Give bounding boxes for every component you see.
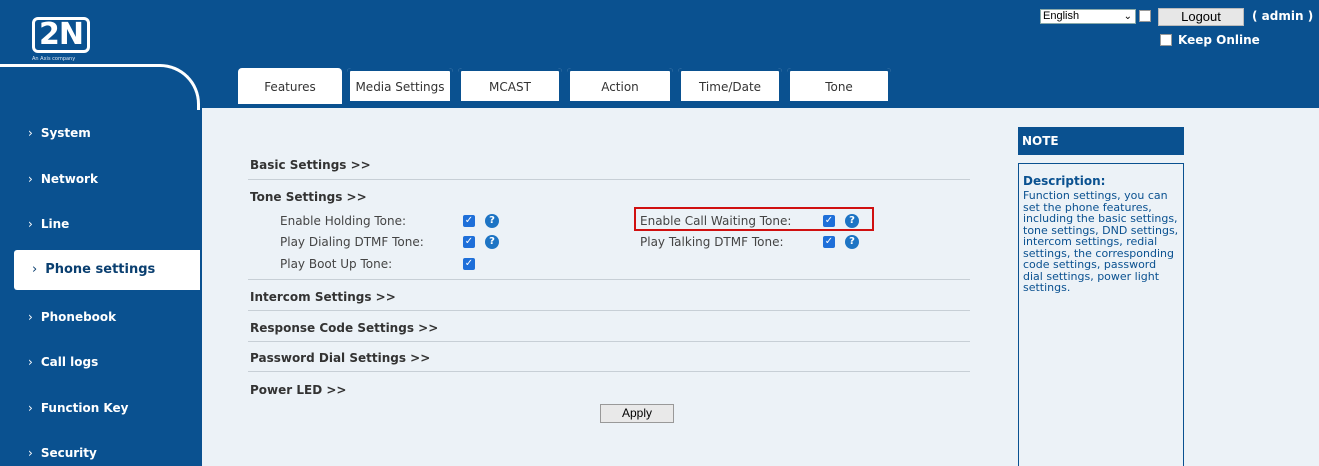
holding-tone-checkbox[interactable]: ✓ — [463, 215, 475, 227]
user-label: ( admin ) — [1252, 9, 1314, 23]
language-checkbox[interactable] — [1139, 10, 1151, 22]
chevron-right-icon: › — [32, 262, 38, 277]
sidebar-item-function-key[interactable]: › Function Key — [0, 388, 200, 428]
logo-mark: 2N — [32, 17, 90, 53]
note-title: Description: — [1023, 174, 1106, 188]
apply-button[interactable]: Apply — [600, 404, 674, 423]
note-text: Function settings, you can set the phone… — [1023, 189, 1179, 294]
language-value: English — [1043, 10, 1080, 22]
divider — [248, 279, 970, 280]
chevron-down-icon: ⌄ — [1123, 11, 1132, 22]
sidebar-item-label: Phonebook — [40, 310, 117, 324]
help-icon[interactable]: ? — [485, 235, 499, 249]
chevron-right-icon: › — [28, 172, 33, 186]
sidebar-item-label: Security — [40, 446, 97, 460]
logo: 2N An Axis company — [32, 17, 108, 62]
sidebar-item-label: Line — [40, 217, 70, 231]
sidebar-item-network[interactable]: › Network — [0, 159, 200, 199]
logout-button[interactable]: Logout — [1158, 8, 1244, 26]
chevron-right-icon: › — [28, 126, 33, 140]
tab-time-date[interactable]: Time/Date — [677, 67, 783, 104]
chevron-right-icon: › — [28, 310, 33, 324]
dialing-dtmf-label: Play Dialing DTMF Tone: — [280, 235, 424, 249]
sidebar-item-label: Call logs — [40, 355, 99, 369]
divider — [248, 371, 970, 372]
boot-up-tone-label: Play Boot Up Tone: — [280, 257, 393, 271]
sidebar-item-label: Network — [40, 172, 98, 186]
keep-online-label: Keep Online — [1178, 33, 1260, 47]
divider — [248, 310, 970, 311]
divider — [248, 179, 970, 180]
note-header: NOTE — [1018, 127, 1184, 155]
section-password-dial-settings[interactable]: Password Dial Settings >> — [250, 351, 430, 365]
call-waiting-tone-checkbox[interactable]: ✓ — [823, 215, 835, 227]
tab-bar: Features Media Settings MCAST Action Tim… — [202, 64, 1319, 108]
boot-up-tone-checkbox[interactable]: ✓ — [463, 258, 475, 270]
chevron-right-icon: › — [28, 446, 33, 460]
chevron-right-icon: › — [28, 401, 33, 415]
logo-subtitle: An Axis company — [32, 56, 76, 62]
section-intercom-settings[interactable]: Intercom Settings >> — [250, 290, 396, 304]
sidebar-item-security[interactable]: › Security — [0, 433, 200, 466]
sidebar-item-system[interactable]: › System — [0, 113, 200, 153]
sidebar-item-phonebook[interactable]: › Phonebook — [0, 297, 200, 337]
help-icon[interactable]: ? — [845, 235, 859, 249]
sidebar-item-line[interactable]: › Line — [0, 204, 200, 244]
section-response-code-settings[interactable]: Response Code Settings >> — [250, 321, 438, 335]
chevron-right-icon: › — [28, 217, 33, 231]
keep-online-checkbox[interactable] — [1160, 34, 1172, 46]
section-basic-settings[interactable]: Basic Settings >> — [250, 158, 371, 172]
sidebar-item-phone-settings[interactable]: › Phone settings — [14, 250, 200, 290]
dialing-dtmf-checkbox[interactable]: ✓ — [463, 236, 475, 248]
tab-mcast[interactable]: MCAST — [457, 67, 563, 104]
note-panel: Description: Function settings, you can … — [1018, 163, 1184, 466]
tab-features[interactable]: Features — [237, 67, 343, 104]
tab-label: Features — [264, 80, 316, 94]
tab-media-settings[interactable]: Media Settings — [346, 67, 454, 104]
call-waiting-tone-label: Enable Call Waiting Tone: — [640, 214, 792, 228]
sidebar-item-label: Function Key — [40, 401, 129, 415]
divider — [248, 341, 970, 342]
holding-tone-label: Enable Holding Tone: — [280, 214, 407, 228]
chevron-right-icon: › — [28, 355, 33, 369]
sidebar-top-curve — [0, 64, 200, 110]
sidebar-item-call-logs[interactable]: › Call logs — [0, 342, 200, 382]
tab-action[interactable]: Action — [566, 67, 674, 104]
talking-dtmf-label: Play Talking DTMF Tone: — [640, 235, 784, 249]
tab-tone[interactable]: Tone — [786, 67, 892, 104]
section-power-led[interactable]: Power LED >> — [250, 383, 346, 397]
tab-label: Tone — [825, 80, 853, 94]
language-select[interactable]: English ⌄ — [1040, 9, 1136, 24]
tab-label: Time/Date — [698, 80, 762, 94]
help-icon[interactable]: ? — [485, 214, 499, 228]
help-icon[interactable]: ? — [845, 214, 859, 228]
section-tone-settings[interactable]: Tone Settings >> — [250, 190, 367, 204]
tab-label: MCAST — [489, 80, 531, 94]
tab-label: Action — [601, 80, 639, 94]
tab-label: Media Settings — [355, 80, 445, 94]
sidebar-item-label: Phone settings — [45, 262, 156, 277]
talking-dtmf-checkbox[interactable]: ✓ — [823, 236, 835, 248]
sidebar-item-label: System — [40, 126, 91, 140]
